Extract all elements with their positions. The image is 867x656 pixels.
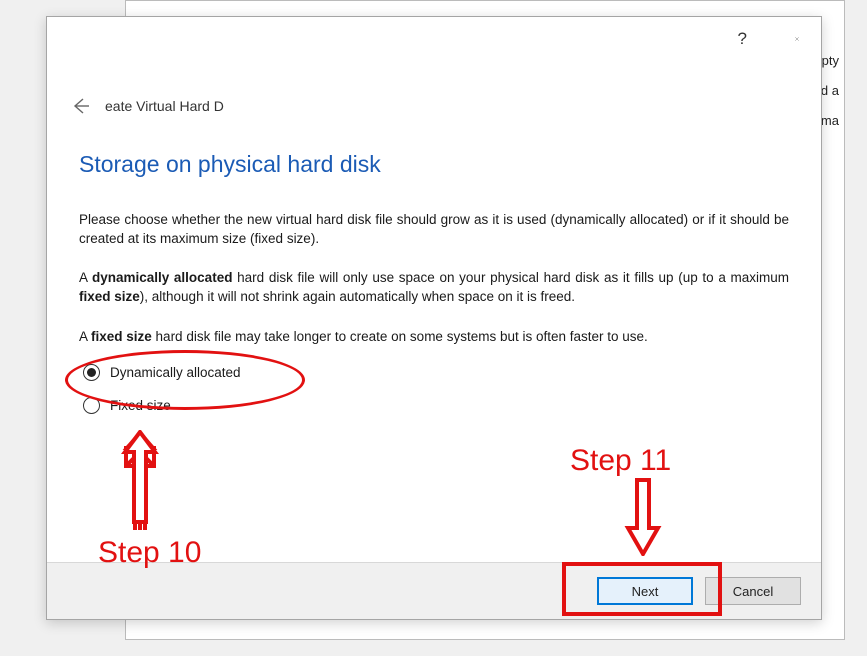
radio-dynamically-allocated[interactable]: Dynamically allocated: [83, 364, 789, 381]
radio-indicator-icon: [83, 364, 100, 381]
next-button[interactable]: Next: [597, 577, 693, 605]
storage-type-radio-group: Dynamically allocated Fixed size: [79, 364, 789, 414]
cancel-button[interactable]: Cancel: [705, 577, 801, 605]
breadcrumb: eate Virtual Hard D: [105, 98, 224, 114]
back-row: eate Virtual Hard D: [47, 61, 821, 117]
page-title: Storage on physical hard disk: [79, 151, 789, 178]
radio-label: Fixed size: [110, 398, 171, 413]
button-bar: Next Cancel: [47, 562, 821, 619]
help-button[interactable]: ?: [730, 25, 755, 53]
titlebar: ?: [47, 17, 821, 61]
back-arrow-icon: [71, 97, 89, 115]
close-icon: [795, 32, 799, 46]
dialog-content: Storage on physical hard disk Please cho…: [47, 117, 821, 562]
close-button[interactable]: [787, 29, 807, 49]
radio-indicator-icon: [83, 397, 100, 414]
fixed-paragraph: A fixed size hard disk file may take lon…: [79, 327, 789, 346]
create-virtual-hard-disk-dialog: ? eate Virtual Hard D Storage on physica…: [46, 16, 822, 620]
dynamic-paragraph: A dynamically allocated hard disk file w…: [79, 268, 789, 306]
radio-fixed-size[interactable]: Fixed size: [83, 397, 789, 414]
radio-label: Dynamically allocated: [110, 365, 241, 380]
intro-paragraph: Please choose whether the new virtual ha…: [79, 210, 789, 248]
back-button[interactable]: [69, 95, 91, 117]
